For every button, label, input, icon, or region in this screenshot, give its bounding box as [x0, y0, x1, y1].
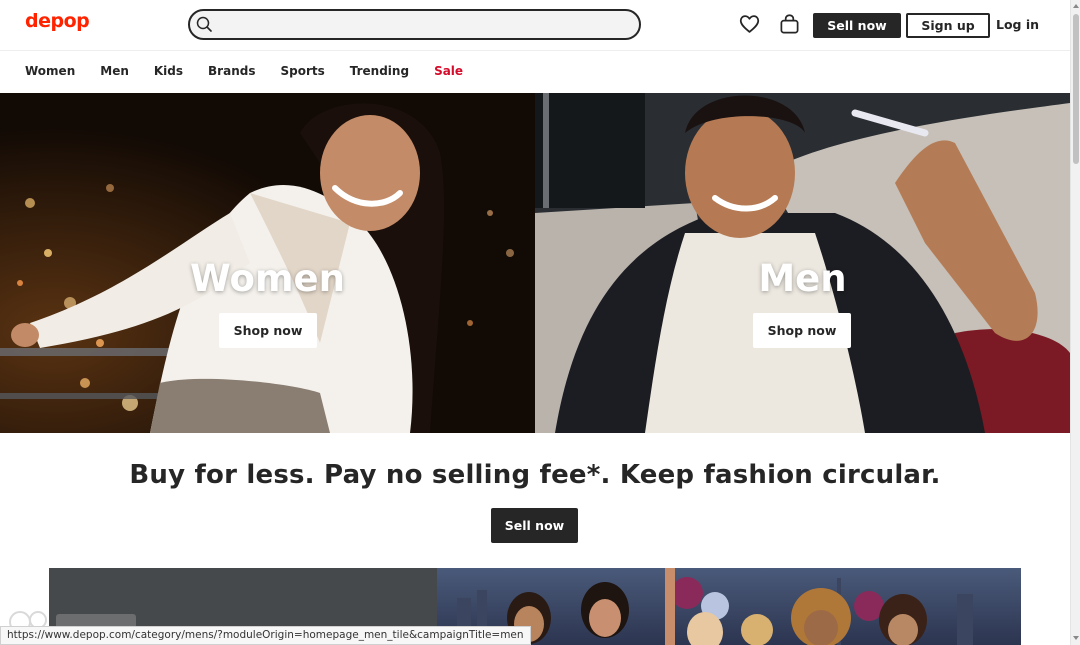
- nav-item-sale[interactable]: Sale: [434, 64, 463, 80]
- nav-item-men[interactable]: Men: [100, 64, 129, 80]
- category-nav: Women Men Kids Brands Sports Trending Sa…: [25, 64, 488, 80]
- site-header: depop Sell now Sign up Log in: [0, 0, 1070, 51]
- search-bar[interactable]: [188, 9, 641, 40]
- sell-now-button[interactable]: Sell now: [813, 13, 901, 38]
- sell-now-cta-button[interactable]: Sell now: [491, 508, 578, 543]
- link-status-bar: https://www.depop.com/category/mens/?mod…: [0, 626, 531, 645]
- nav-item-women[interactable]: Women: [25, 64, 75, 80]
- shop-men-button[interactable]: Shop now: [753, 313, 851, 348]
- hero-women-tile[interactable]: Women Shop now: [0, 93, 535, 433]
- bag-icon[interactable]: [779, 13, 800, 35]
- hero-men-tile[interactable]: Men Shop now: [535, 93, 1070, 433]
- log-in-link[interactable]: Log in: [996, 17, 1039, 32]
- scroll-up-arrow-icon[interactable]: [1072, 2, 1080, 10]
- search-icon: [196, 16, 212, 32]
- sign-up-button[interactable]: Sign up: [906, 13, 990, 38]
- hero-women-title: Women: [190, 257, 345, 300]
- scroll-thumb[interactable]: [1073, 14, 1079, 164]
- shop-women-button[interactable]: Shop now: [219, 313, 317, 348]
- nav-item-sports[interactable]: Sports: [280, 64, 324, 80]
- depop-logo[interactable]: depop: [25, 10, 90, 32]
- scroll-down-arrow-icon[interactable]: [1072, 634, 1080, 642]
- page-scrollbar[interactable]: [1070, 0, 1080, 645]
- heart-icon[interactable]: [739, 14, 760, 34]
- nav-item-trending[interactable]: Trending: [350, 64, 409, 80]
- nav-item-kids[interactable]: Kids: [154, 64, 183, 80]
- tagline-heading: Buy for less. Pay no selling fee*. Keep …: [129, 460, 941, 490]
- search-input[interactable]: [218, 13, 628, 36]
- hero-men-title: Men: [758, 257, 847, 300]
- nav-item-brands[interactable]: Brands: [208, 64, 255, 80]
